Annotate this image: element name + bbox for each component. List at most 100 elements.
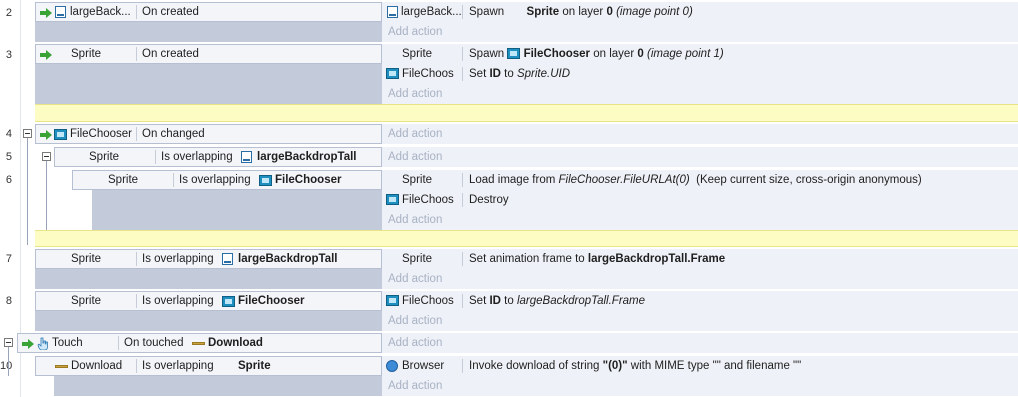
file-chooser-icon [386,194,399,205]
row-number: 10 [0,360,13,372]
condition-row[interactable]: Download Is overlapping Sprite [35,356,382,376]
browser-globe-icon [386,360,398,372]
condition-text: Is overlapping [179,174,251,186]
condition-object: largeBack... [70,6,131,18]
condition-object: Sprite [71,295,102,307]
condition-text: Is overlapping [161,151,233,163]
add-action-link[interactable]: Add action [388,84,442,104]
action-row[interactable]: FileChoos Destroy [382,190,1018,210]
condition-row[interactable]: Sprite Is overlapping FileChooser [35,291,382,311]
file-chooser-icon [54,129,67,140]
condition-text: On created [142,48,199,60]
action-row[interactable]: Sprite Load image from FileChooser.FileU… [382,170,1018,190]
add-action-link[interactable]: Add action [388,124,442,144]
row-number: 6 [5,174,12,186]
trigger-arrow-icon [40,50,52,60]
action-row[interactable]: Sprite Set animation frame to largeBackd… [382,249,1018,269]
download-icon [55,365,68,368]
row-number: 7 [5,253,12,265]
condition-text: Is overlapping [142,360,214,372]
condition-text: On created [142,6,199,18]
trigger-arrow-icon [22,339,34,349]
file-chooser-icon [507,48,521,59]
add-action-link[interactable]: Add action [388,210,442,230]
action-text: Set ID to largeBackdropTall.Frame [469,295,646,307]
condition-row[interactable]: Sprite On created [35,44,382,64]
condition-text: Is overlapping [142,295,214,307]
condition-target: largeBackdropTall [238,253,338,265]
condition-target: Sprite [238,360,271,372]
file-chooser-icon [386,68,399,79]
row-number: 3 [5,49,12,61]
action-text: Spawn Sprite on layer 0 (image point 0) [469,6,693,18]
tree-line [46,160,47,233]
action-area [382,333,1018,353]
tiled-background-icon [387,6,398,18]
condition-target: FileChooser [238,295,305,307]
condition-object: Touch [52,337,83,349]
condition-object: Download [71,360,123,372]
comment-row[interactable] [35,104,1018,122]
action-text: Set animation frame to largeBackdropTall… [469,253,726,265]
condition-object: Sprite [71,253,102,265]
condition-row[interactable]: Touch On touched Download [17,333,382,353]
action-text: Load image from FileChooser.FileURLAt(0)… [469,174,922,186]
action-text: Spawn FileChooser on layer 0 (image poin… [469,48,724,60]
condition-object: Sprite [108,174,139,186]
condition-target: FileChooser [275,174,342,186]
add-action-link[interactable]: Add action [388,269,442,289]
action-object: Sprite [402,174,433,186]
row-number: 4 [5,128,12,140]
file-chooser-icon [259,175,272,186]
tiled-background-icon [55,6,66,18]
collapse-toggle[interactable] [23,129,32,138]
tree-line [8,346,9,376]
action-row[interactable]: Browser Invoke download of string "(0)" … [382,356,1018,376]
row-number: 8 [5,295,12,307]
trigger-arrow-icon [40,8,52,18]
row-number: 2 [5,7,12,19]
condition-text: Is overlapping [142,253,214,265]
action-object: largeBack... [401,6,462,18]
condition-text: On touched [124,337,184,349]
action-row[interactable]: FileChoos Set ID to largeBackdropTall.Fr… [382,291,1018,311]
action-object: Sprite [402,48,433,60]
touch-hand-icon [37,337,48,350]
condition-object: Sprite [89,151,120,163]
condition-object: FileChooser [70,128,132,140]
add-action-link[interactable]: Add action [388,311,442,331]
action-object: FileChoos [402,194,454,206]
row-number: 5 [5,151,12,163]
action-row[interactable]: largeBack... Spawn Sprite on layer 0 (im… [382,2,1018,22]
tiled-background-icon [222,253,233,265]
action-text: Invoke download of string "(0)" with MIM… [469,360,802,372]
action-row[interactable]: FileChoos Set ID to Sprite.UID [382,64,1018,84]
condition-target: Download [208,337,263,349]
action-area [382,124,1018,144]
action-text: Destroy [469,194,509,206]
download-icon [192,342,205,345]
action-object: Sprite [402,253,433,265]
condition-target: largeBackdropTall [257,151,357,163]
add-action-link[interactable]: Add action [388,147,442,167]
action-area [382,147,1018,167]
condition-object: Sprite [71,48,102,60]
condition-row[interactable]: largeBack... On created [35,2,382,22]
condition-row[interactable]: Sprite Is overlapping largeBackdropTall [54,147,382,167]
add-action-link[interactable]: Add action [388,376,442,396]
comment-row[interactable] [35,230,1018,247]
action-text: Set ID to Sprite.UID [469,68,571,80]
tiled-background-icon [241,151,252,163]
trigger-arrow-icon [40,130,52,140]
condition-row[interactable]: Sprite Is overlapping FileChooser [72,170,382,190]
collapse-toggle[interactable] [42,152,51,161]
condition-text: On changed [142,128,205,140]
action-object: FileChoos [402,68,454,80]
tree-line [27,132,28,245]
collapse-toggle[interactable] [4,338,13,347]
add-action-link[interactable]: Add action [388,22,442,42]
condition-row[interactable]: FileChooser On changed [35,124,382,144]
action-row[interactable]: Sprite Spawn FileChooser on layer 0 (ima… [382,44,1018,64]
add-action-link[interactable]: Add action [388,333,442,353]
condition-row[interactable]: Sprite Is overlapping largeBackdropTall [35,249,382,269]
